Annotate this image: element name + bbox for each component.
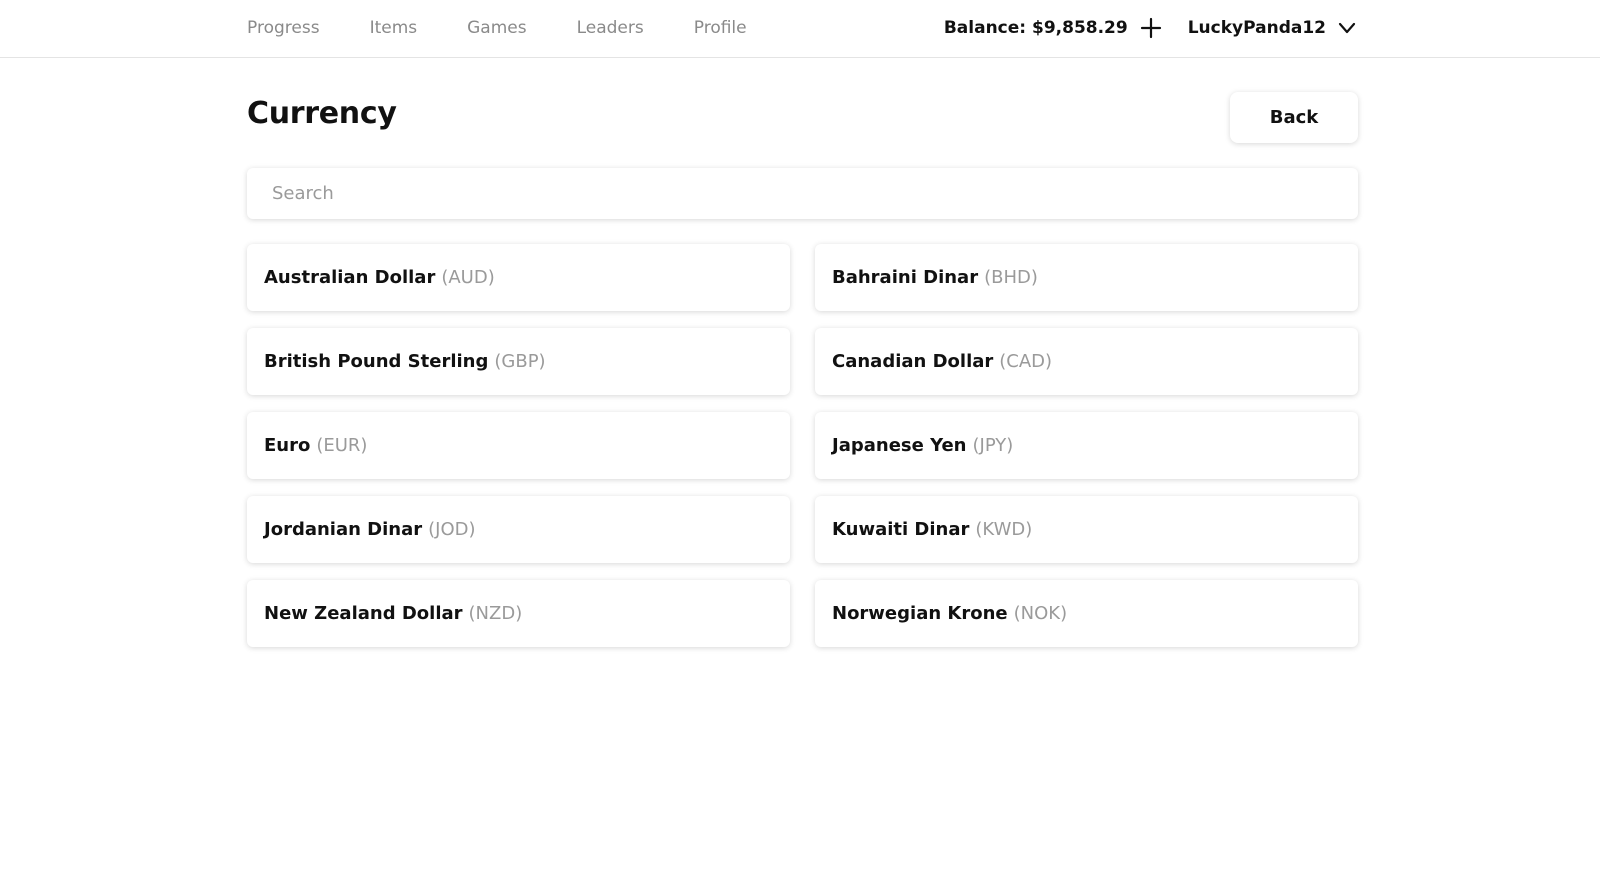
username[interactable]: LuckyPanda12	[1188, 18, 1326, 38]
nav-item-games[interactable]: Games	[467, 18, 526, 38]
balance-display: Balance: $9,858.29	[943, 18, 1128, 38]
back-button[interactable]: Back	[1230, 92, 1358, 143]
currency-name: Bahraini Dinar	[832, 267, 979, 288]
currency-name: Norwegian Krone	[832, 603, 1008, 624]
currency-code: (JPY)	[972, 435, 1014, 456]
currency-card-jod[interactable]: Jordanian Dinar (JOD)	[247, 496, 790, 563]
currency-card-aud[interactable]: Australian Dollar (AUD)	[247, 244, 790, 311]
account-bar: Balance: $9,858.29 LuckyPanda12	[944, 0, 1358, 56]
nav-item-profile[interactable]: Profile	[694, 18, 747, 38]
currency-name: Japanese Yen	[832, 435, 967, 456]
currency-name: Australian Dollar	[264, 267, 436, 288]
currency-card-bhd[interactable]: Bahraini Dinar (BHD)	[815, 244, 1358, 311]
add-funds-button[interactable]	[1138, 15, 1164, 41]
currency-grid: Australian Dollar (AUD) Bahraini Dinar (…	[247, 244, 1358, 647]
currency-name: New Zealand Dollar	[264, 603, 463, 624]
search-input[interactable]	[247, 168, 1358, 219]
currency-code: (EUR)	[316, 435, 368, 456]
currency-name: Jordanian Dinar	[264, 519, 423, 540]
currency-name: Canadian Dollar	[832, 351, 994, 372]
plus-icon	[1140, 17, 1161, 39]
currency-card-jpy[interactable]: Japanese Yen (JPY)	[815, 412, 1358, 479]
chevron-down-icon	[1338, 22, 1356, 34]
nav-item-leaders[interactable]: Leaders	[577, 18, 644, 38]
currency-card-eur[interactable]: Euro (EUR)	[247, 412, 790, 479]
currency-card-nok[interactable]: Norwegian Krone (NOK)	[815, 580, 1358, 647]
page-title: Currency	[247, 96, 397, 131]
nav-item-progress[interactable]: Progress	[247, 18, 320, 38]
currency-code: (BHD)	[984, 267, 1038, 288]
currency-name: Kuwaiti Dinar	[832, 519, 970, 540]
currency-code: (NZD)	[468, 603, 523, 624]
currency-code: (CAD)	[999, 351, 1053, 372]
currency-code: (AUD)	[441, 267, 495, 288]
currency-code: (GBP)	[494, 351, 546, 372]
currency-code: (KWD)	[975, 519, 1033, 540]
account-menu-toggle[interactable]	[1336, 17, 1358, 39]
nav-item-items[interactable]: Items	[370, 18, 418, 38]
currency-code: (NOK)	[1013, 603, 1068, 624]
main-nav: Progress Items Games Leaders Profile	[247, 0, 797, 56]
currency-name: Euro	[264, 435, 311, 456]
currency-code: (JOD)	[428, 519, 476, 540]
currency-card-gbp[interactable]: British Pound Sterling (GBP)	[247, 328, 790, 395]
search-box	[247, 168, 1358, 219]
top-navigation-bar: Progress Items Games Leaders Profile Bal…	[0, 0, 1600, 58]
currency-card-cad[interactable]: Canadian Dollar (CAD)	[815, 328, 1358, 395]
currency-card-nzd[interactable]: New Zealand Dollar (NZD)	[247, 580, 790, 647]
currency-name: British Pound Sterling	[264, 351, 489, 372]
currency-card-kwd[interactable]: Kuwaiti Dinar (KWD)	[815, 496, 1358, 563]
